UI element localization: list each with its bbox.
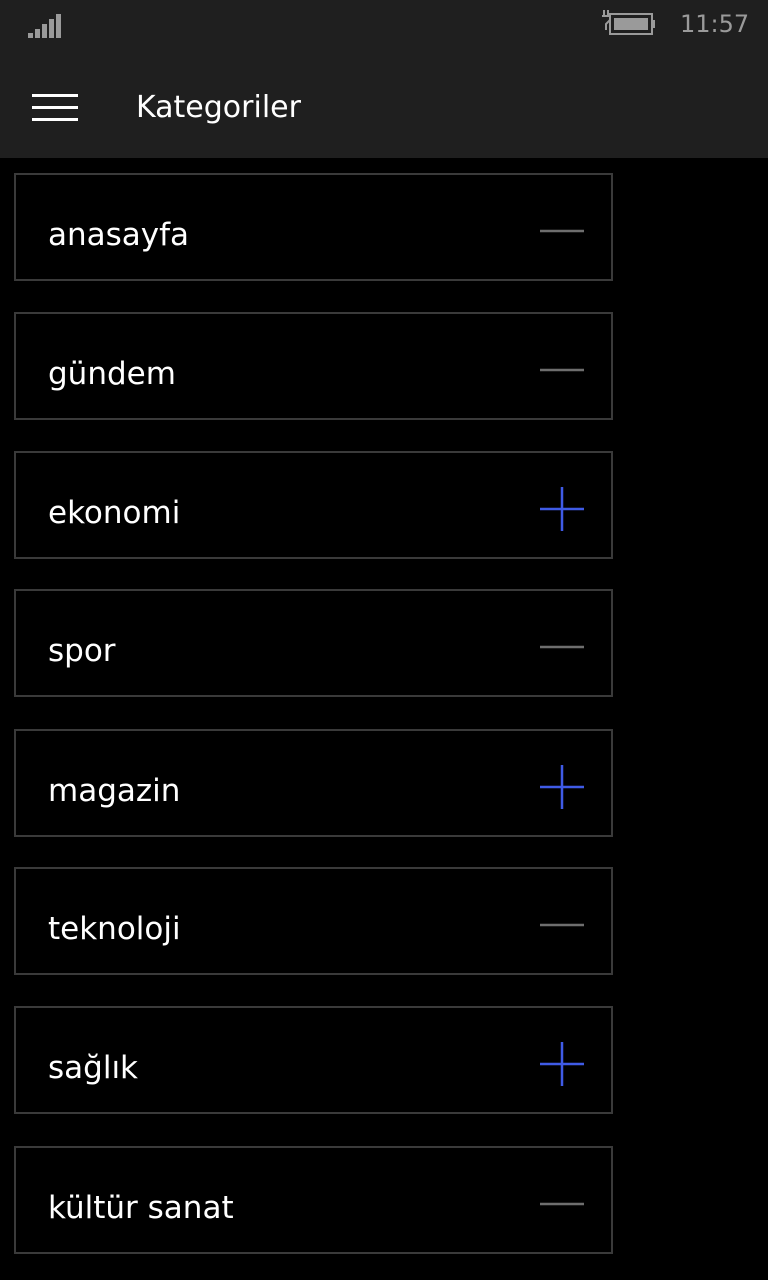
category-item-gundem[interactable]: gündem (14, 312, 613, 420)
battery-charging-icon (602, 10, 655, 35)
minus-icon[interactable] (538, 623, 586, 671)
signal-strength-icon (28, 12, 62, 38)
category-item-ekonomi[interactable]: ekonomi (14, 451, 613, 559)
minus-icon[interactable] (538, 901, 586, 949)
category-item-saglik[interactable]: sağlık (14, 1006, 613, 1114)
status-bar: 11:57 (0, 0, 768, 50)
minus-icon[interactable] (538, 1180, 586, 1228)
minus-icon[interactable] (538, 346, 586, 394)
category-item-anasayfa[interactable]: anasayfa (14, 173, 613, 281)
category-label: anasayfa (48, 217, 190, 253)
page-title: Kategoriler (136, 90, 301, 125)
category-label: gündem (48, 356, 176, 392)
plus-icon[interactable] (538, 1040, 586, 1088)
minus-icon[interactable] (538, 207, 586, 255)
category-label: ekonomi (48, 495, 181, 531)
category-item-kultur-sanat[interactable]: kültür sanat (14, 1146, 613, 1254)
category-label: magazin (48, 773, 181, 809)
plus-icon[interactable] (538, 485, 586, 533)
hamburger-menu-icon[interactable] (32, 94, 78, 122)
clock: 11:57 (680, 10, 750, 38)
category-label: sağlık (48, 1050, 139, 1086)
category-item-spor[interactable]: spor (14, 589, 613, 697)
category-label: kültür sanat (48, 1190, 234, 1226)
app-bar: Kategoriler (0, 50, 768, 158)
category-item-magazin[interactable]: magazin (14, 729, 613, 837)
plus-icon[interactable] (538, 763, 586, 811)
category-label: spor (48, 633, 116, 669)
category-label: teknoloji (48, 911, 181, 947)
category-item-teknoloji[interactable]: teknoloji (14, 867, 613, 975)
